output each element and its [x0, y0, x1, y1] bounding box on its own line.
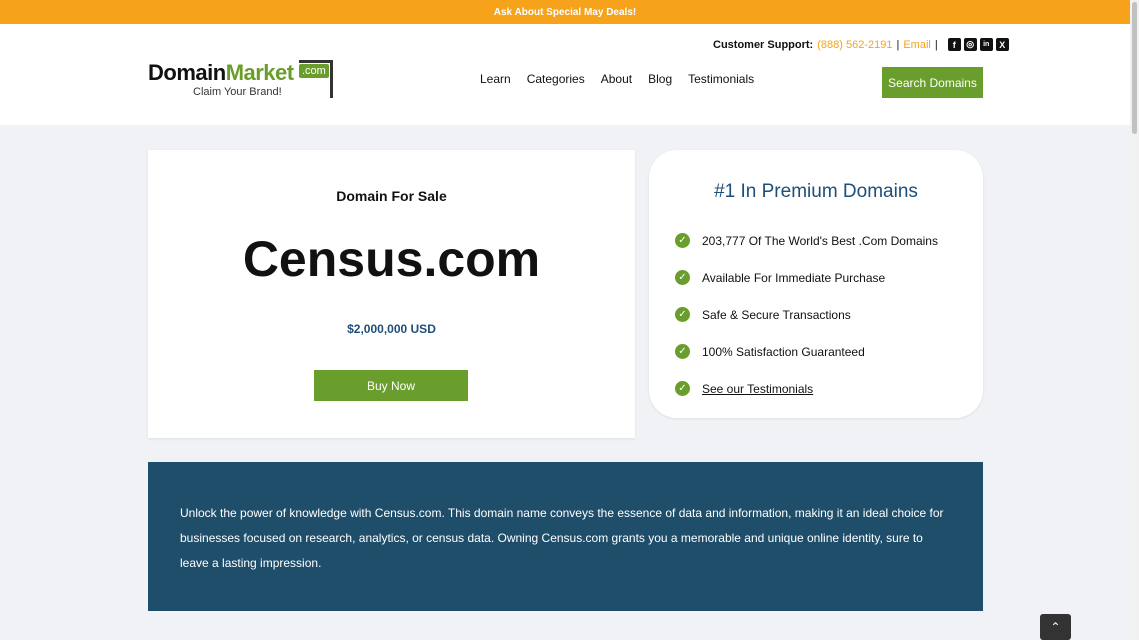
feature-text: 100% Satisfaction Guaranteed [702, 344, 865, 359]
domain-price: $2,000,000 USD [347, 322, 436, 336]
feature-text: Safe & Secure Transactions [702, 307, 851, 322]
support-label: Customer Support: [713, 38, 814, 51]
domain-name: Census.com [242, 231, 541, 287]
feature-list: ✓ 203,777 Of The World's Best .Com Domain… [675, 222, 938, 407]
search-domains-button[interactable]: Search Domains [882, 67, 983, 98]
check-icon: ✓ [675, 233, 690, 248]
logo[interactable]: DomainMarket .com Claim Your Brand! [148, 60, 334, 102]
support-email-link[interactable]: Email [903, 39, 931, 51]
instagram-icon[interactable]: ◎ [963, 38, 977, 51]
logo-bracket [299, 60, 333, 63]
promo-text[interactable]: Ask About Special May Deals! [494, 7, 636, 18]
logo-bracket-side [330, 60, 333, 98]
support-phone-link[interactable]: (888) 562-2191 [817, 39, 892, 51]
nav-testimonials[interactable]: Testimonials [688, 72, 754, 86]
nav-blog[interactable]: Blog [648, 72, 672, 86]
logo-com-badge: .com [299, 64, 329, 78]
scrollbar-thumb[interactable] [1132, 2, 1137, 134]
customer-support: Customer Support: (888) 562-2191 | Email… [713, 38, 1009, 51]
logo-tagline: Claim Your Brand! [193, 86, 282, 98]
promo-bar[interactable]: Ask About Special May Deals! [0, 0, 1130, 24]
check-icon: ✓ [675, 270, 690, 285]
feature-text: 203,777 Of The World's Best .Com Domains [702, 233, 938, 248]
logo-wordmark: DomainMarket [148, 60, 294, 86]
testimonials-link[interactable]: See our Testimonials [702, 382, 813, 396]
feature-item: ✓ Available For Immediate Purchase [675, 259, 938, 296]
main-nav: Learn Categories About Blog Testimonials [480, 72, 754, 86]
check-icon: ✓ [675, 307, 690, 322]
x-icon[interactable]: X [995, 38, 1009, 51]
feature-item-testimonials: ✓ See our Testimonials [675, 370, 938, 407]
feature-item: ✓ 100% Satisfaction Guaranteed [675, 333, 938, 370]
domain-for-sale-label: Domain For Sale [336, 188, 447, 204]
nav-learn[interactable]: Learn [480, 72, 511, 86]
divider: | [934, 38, 938, 51]
feature-text: Available For Immediate Purchase [702, 270, 886, 285]
logo-part2: Market [225, 60, 294, 85]
logo-part1: Domain [148, 60, 226, 85]
feature-item: ✓ 203,777 Of The World's Best .Com Domain… [675, 222, 938, 259]
linkedin-icon[interactable]: in [979, 38, 993, 51]
chevron-up-icon: ⌃ [1050, 620, 1061, 634]
premium-domains-card: #1 In Premium Domains ✓ 203,777 Of The Wo… [649, 150, 983, 418]
divider: | [896, 38, 900, 51]
social-links: f ◎ in X [947, 38, 1009, 51]
feature-item: ✓ Safe & Secure Transactions [675, 296, 938, 333]
buy-now-button[interactable]: Buy Now [314, 370, 468, 401]
check-icon: ✓ [675, 344, 690, 359]
scroll-to-top-button[interactable]: ⌃ [1040, 614, 1071, 640]
domain-description: Unlock the power of knowledge with Censu… [148, 462, 983, 611]
nav-categories[interactable]: Categories [527, 72, 585, 86]
facebook-icon[interactable]: f [947, 38, 961, 51]
description-text: Unlock the power of knowledge with Censu… [180, 506, 944, 570]
premium-title: #1 In Premium Domains [714, 181, 918, 202]
domain-listing-card: Domain For Sale Census.com $2,000,000 US… [148, 150, 635, 438]
check-icon: ✓ [675, 381, 690, 396]
site-header: DomainMarket .com Claim Your Brand! Cust… [0, 24, 1130, 125]
nav-about[interactable]: About [601, 72, 632, 86]
